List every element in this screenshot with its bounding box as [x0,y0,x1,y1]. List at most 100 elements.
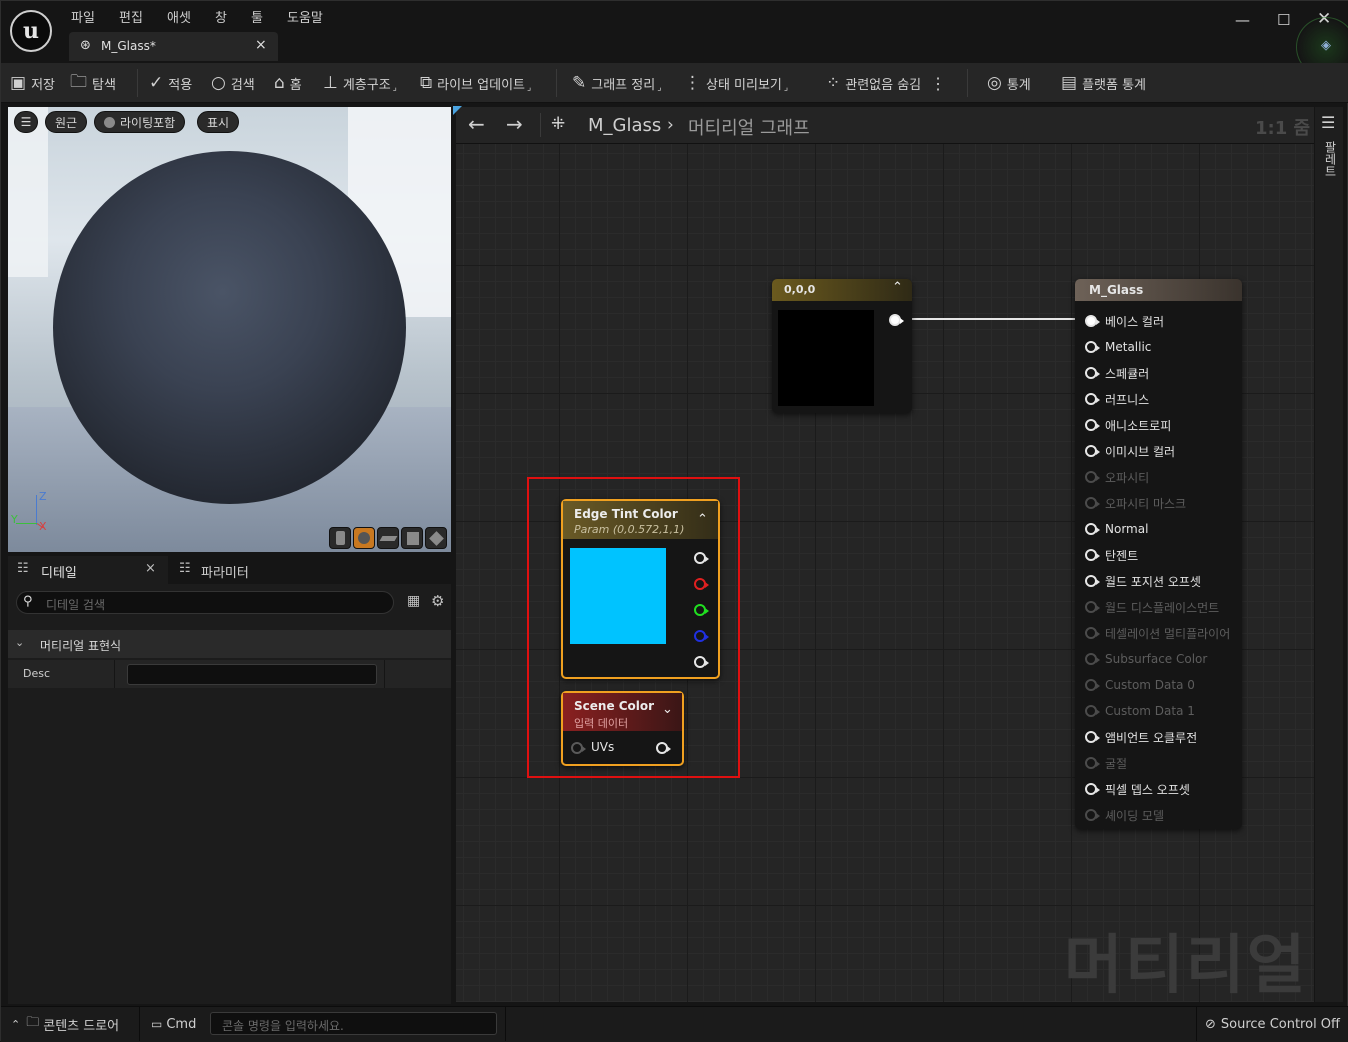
hide-unrelated-button[interactable]: ⁘ 관련없음 숨김 ⋮ [826,63,946,103]
cmd-button[interactable]: ▭ Cmd [151,1007,196,1041]
material-input-pin-row[interactable]: 오파시티 마스크 [1085,490,1186,516]
material-input-pin[interactable] [1085,627,1100,639]
constant-output-pin[interactable] [889,314,904,326]
tab-details[interactable]: ☷ 디테일 × [8,556,168,584]
a-output-pin[interactable] [694,656,709,668]
show-button[interactable]: 표시 [197,111,240,133]
search-button[interactable]: ○ 검색 [211,63,255,103]
menu-asset[interactable]: 애셋 [167,7,191,26]
console-command-input[interactable]: 콘솔 명령을 입력하세요. [210,1012,497,1035]
close-tab-icon[interactable]: × [255,37,267,53]
material-input-pin[interactable] [1085,705,1100,717]
preview-cylinder-button[interactable] [329,527,351,549]
back-arrow-icon[interactable]: ← [468,112,485,136]
live-update-button[interactable]: ⧉ 라이브 업데이트 ⌟ [420,63,531,103]
material-input-pin-row[interactable]: Custom Data 1 [1085,698,1195,724]
menu-help[interactable]: 도움말 [287,7,323,26]
material-input-pin[interactable] [1085,445,1100,457]
material-input-pin-row[interactable]: Metallic [1085,334,1151,360]
breadcrumb-graph[interactable]: 머티리얼 그래프 [688,114,810,140]
edge-tint-color-node[interactable]: Edge Tint Color Param (0,0.572,1,1) ⌃ [561,499,720,679]
material-input-pin[interactable] [1085,393,1100,405]
preview-sphere-button[interactable] [353,527,375,549]
menu-edit[interactable]: 편집 [119,7,143,26]
material-input-pin-row[interactable]: 이미시브 컬러 [1085,438,1175,464]
scene-color-node[interactable]: Scene Color 입력 데이터 ⌄ UVs [561,691,684,766]
material-input-pin[interactable] [1085,341,1100,353]
material-input-pin[interactable] [1085,679,1100,691]
material-input-pin[interactable] [1085,523,1100,535]
material-input-pin-row[interactable]: 테셀레이션 멀티플라이어 [1085,620,1230,646]
collapse-chevron-icon[interactable]: ⌃ [697,512,708,527]
material-input-pin-row[interactable]: 월드 포지션 오프셋 [1085,568,1201,594]
viewport-menu-button[interactable]: ☰ [14,111,38,133]
forward-arrow-icon[interactable]: → [506,112,523,136]
material-input-pin-row[interactable]: 스페큘러 [1085,360,1149,386]
save-button[interactable]: ▣ 저장 [10,63,55,103]
material-input-pin[interactable] [1085,601,1100,613]
material-input-pin[interactable] [1085,471,1100,483]
scene-color-output-pin[interactable] [656,742,671,754]
material-input-pin[interactable] [1085,367,1100,379]
rgb-output-pin[interactable] [694,552,709,564]
material-input-pin-row[interactable]: Custom Data 0 [1085,672,1195,698]
desc-field[interactable] [127,664,377,685]
material-input-pin-row[interactable]: 셰이딩 모델 [1085,802,1164,828]
menu-tools[interactable]: 툴 [251,7,263,26]
palette-tab[interactable]: 팔레트 [1322,141,1339,177]
details-search-input[interactable]: ⚲ 디테일 검색 [16,591,394,614]
r-output-pin[interactable] [694,578,709,590]
material-input-pin[interactable] [1085,809,1100,821]
g-output-pin[interactable] [694,604,709,616]
material-input-pin-row[interactable]: 굴절 [1085,750,1127,776]
browse-button[interactable]: 🗀 탐색 [70,63,116,103]
settings-gear-icon[interactable]: ⚙ [431,592,444,610]
material-input-pin-row[interactable]: 탄젠트 [1085,542,1138,568]
perspective-button[interactable]: 원근 [45,111,88,133]
b-output-pin[interactable] [694,630,709,642]
expand-chevron-icon[interactable]: ⌄ [662,702,673,717]
minimize-icon[interactable]: — [1235,11,1250,29]
home-button[interactable]: ⌂ 홈 [274,63,302,103]
preview-state-button[interactable]: ⋮ 상태 미리보기 ⌟ [684,63,788,103]
preview-custom-mesh-button[interactable] [425,527,447,549]
material-input-pin[interactable] [1085,497,1100,509]
material-input-pin[interactable] [1085,731,1100,743]
material-input-pin[interactable] [1085,757,1100,769]
material-input-pin[interactable] [1085,315,1100,327]
menu-window[interactable]: 창 [215,7,227,26]
grid-view-icon[interactable]: ▦ [407,593,420,609]
uvs-input-pin[interactable] [571,742,586,754]
derived-data-icon[interactable]: ◈ [1321,38,1331,53]
material-input-pin[interactable] [1085,549,1100,561]
close-tab-icon[interactable]: × [145,561,156,576]
preview-plane-button[interactable] [377,527,399,549]
preview-cube-button[interactable] [401,527,423,549]
apply-button[interactable]: ✓ 적용 [149,63,192,103]
material-result-node[interactable]: M_Glass 베이스 컬러 Metallic 스페큘러 러프니스 애니소트로피 이미시브… [1075,279,1242,829]
platform-stats-button[interactable]: ▤ 플랫폼 통계 [1061,63,1146,103]
stats-button[interactable]: ◎ 통계 [987,63,1031,103]
material-input-pin-row[interactable]: 베이스 컬러 [1085,308,1164,334]
material-input-pin-row[interactable]: Subsurface Color [1085,646,1207,672]
unreal-logo[interactable]: u [10,10,52,52]
material-input-pin-row[interactable]: 오파시티 [1085,464,1149,490]
material-input-pin-row[interactable]: Normal [1085,516,1148,542]
clean-graph-button[interactable]: ✎ 그래프 정리 ⌟ [572,63,661,103]
document-tab[interactable]: ⊛ M_Glass* × [69,32,278,61]
material-graph-canvas[interactable]: 머티리얼 0,0,0 ⌃ Edge Tint Color Param (0,0.… [456,144,1314,1002]
preview-viewport[interactable]: ☰ 원근 라이팅포함 표시 Z Y X [8,107,451,552]
material-input-pin[interactable] [1085,419,1100,431]
collapse-chevron-icon[interactable]: ⌃ [892,280,903,295]
source-control-button[interactable]: ⊘ Source Control Off [1205,1007,1340,1041]
menu-file[interactable]: 파일 [71,7,95,26]
more-options-icon[interactable]: ⋮ [930,74,946,93]
maximize-icon[interactable]: ☐ [1277,11,1290,29]
material-input-pin[interactable] [1085,653,1100,665]
material-input-pin[interactable] [1085,575,1100,587]
material-input-pin-row[interactable]: 러프니스 [1085,386,1149,412]
material-input-pin-row[interactable]: 픽셀 뎁스 오프셋 [1085,776,1190,802]
lighting-button[interactable]: 라이팅포함 [94,111,186,133]
material-input-pin[interactable] [1085,783,1100,795]
content-drawer-button[interactable]: ⌃ 🗀 콘텐츠 드로어 [11,1007,119,1041]
